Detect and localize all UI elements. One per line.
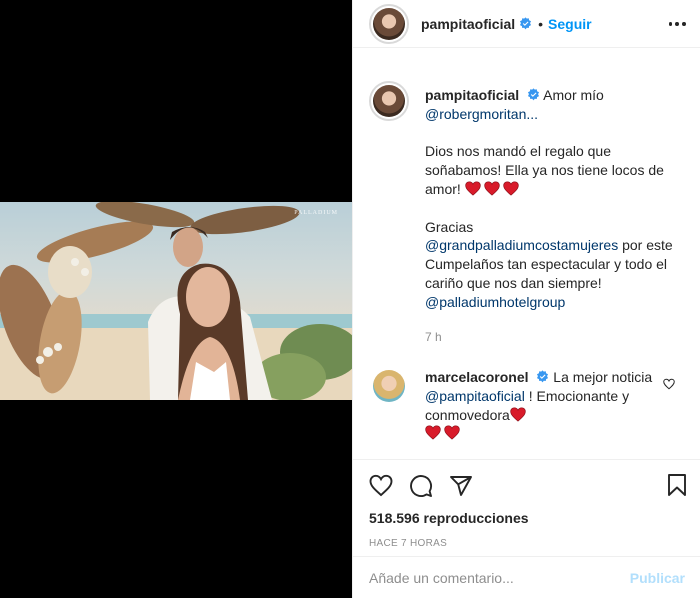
video-player[interactable]: PALLADIUM [0,0,352,598]
mention-link[interactable]: @grandpalladiumcostamujeres [425,237,618,253]
share-icon[interactable] [449,474,473,498]
post-panel: pampitaoficial • Seguir pampitaoficial A… [352,0,700,598]
caption-timestamp[interactable]: 7 h [425,328,685,347]
red-heart-icon [425,425,441,440]
comment-icon[interactable] [409,474,433,498]
mention-link[interactable]: @robergmoritan... [425,106,538,122]
commenter-username[interactable]: marcelacoronel [425,369,529,385]
author-avatar-ring[interactable] [369,3,409,44]
verified-badge-icon [528,88,540,101]
post-date[interactable]: HACE 7 HORAS [353,538,700,549]
comment-input[interactable] [369,569,630,586]
avatar[interactable] [373,85,405,117]
mention-link[interactable]: @palladiumhotelgroup [425,294,565,310]
verified-badge-icon [520,17,532,30]
author-username[interactable]: pampitaoficial [421,16,515,32]
red-heart-icon [484,181,500,196]
view-count[interactable]: 518.596 reproducciones [353,510,700,526]
separator-dot: • [538,15,544,32]
avatar[interactable] [373,7,405,40]
red-heart-icon [503,181,519,196]
action-bar: 518.596 reproducciones HACE 7 HORAS [353,459,700,549]
caption-username[interactable]: pampitaoficial [425,87,519,103]
post-header: pampitaoficial • Seguir [353,0,700,48]
comment-like-icon[interactable] [663,378,675,390]
caption-paragraph: Gracias [425,218,474,235]
more-options-icon[interactable] [667,14,687,34]
publish-button[interactable]: Publicar [630,570,685,586]
caption-text: Amor mío [543,87,604,103]
watermark: PALLADIUM [294,210,338,216]
verified-badge-icon [537,370,549,383]
video-frame[interactable]: PALLADIUM [0,202,352,400]
follow-button[interactable]: Seguir [548,16,592,32]
heart-outline-icon[interactable] [369,474,393,498]
red-heart-icon [444,425,460,440]
caption-avatar[interactable] [369,81,409,346]
couple-photo [0,202,352,400]
avatar[interactable] [373,370,405,402]
comment-item: marcelacoronel La mejor noticia @pampita… [353,356,700,443]
mention-link[interactable]: @pampitaoficial [425,388,525,404]
red-heart-icon [510,407,526,422]
caption-paragraph: Dios nos mandó el regalo que soñabamos! … [425,143,664,197]
comment-text: La mejor noticia [553,369,653,385]
save-icon[interactable] [665,473,689,497]
caption: pampitaoficial Amor mío @robergmoritan..… [353,72,700,346]
commenter-avatar[interactable] [369,366,409,443]
comment-composer: Publicar [353,556,700,598]
red-heart-icon [465,181,481,196]
